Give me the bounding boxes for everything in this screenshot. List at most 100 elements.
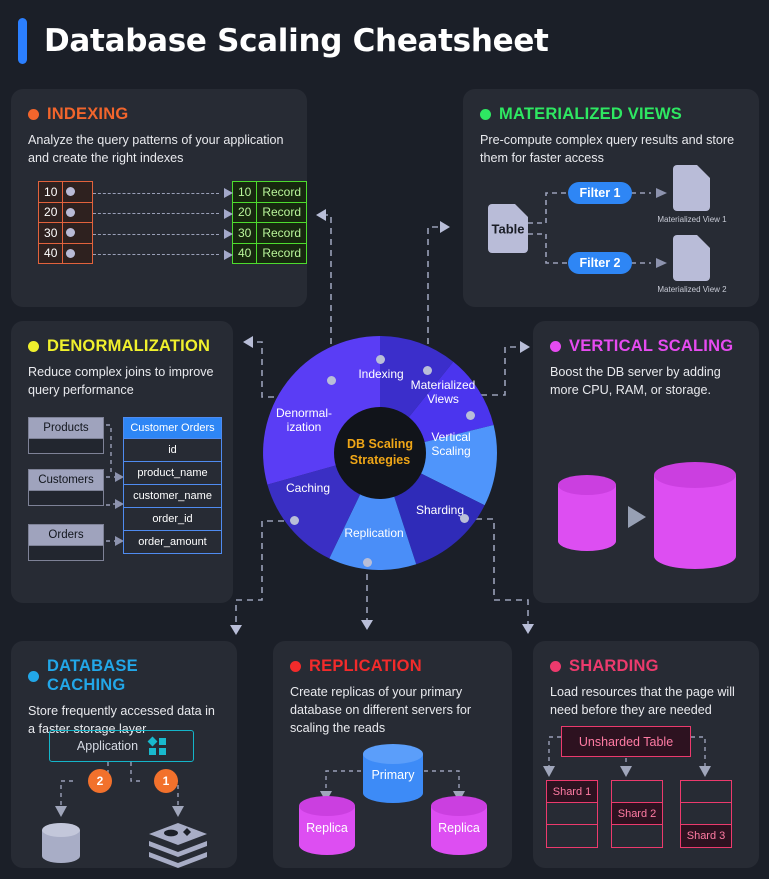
materialized-view-1-doc-icon xyxy=(673,165,710,211)
step-badge-2: 2 xyxy=(88,769,112,793)
source-table-body xyxy=(28,491,104,506)
denormalized-table: Customer Orders id product_name customer… xyxy=(123,417,222,554)
materialized-view-2-doc-icon xyxy=(673,235,710,281)
arrow-right-icon xyxy=(224,208,233,219)
index-pointer-icon xyxy=(62,242,93,264)
table-row: id xyxy=(124,438,221,461)
index-pointer-icon xyxy=(62,181,93,203)
filter-2-pill[interactable]: Filter 2 xyxy=(568,252,632,274)
wheel-label-vertical-scaling: Vertical Scaling xyxy=(431,430,471,459)
card-indexing: INDEXING Analyze the query patterns of y… xyxy=(11,89,307,307)
index-table: 10 20 30 40 xyxy=(37,181,93,264)
record-value: Record xyxy=(256,242,307,264)
table-row: order_id xyxy=(124,507,221,530)
card-vertical-scaling-header: VERTICAL SCALING xyxy=(550,337,742,356)
arrow-right-icon xyxy=(224,249,233,260)
index-pointer-icon xyxy=(62,201,93,223)
table-row: 40 xyxy=(37,242,93,264)
cache-connectors xyxy=(42,762,207,868)
source-table-label: Table xyxy=(491,221,525,236)
index-key: 10 xyxy=(37,181,64,203)
table-row: 10 Record xyxy=(231,181,307,203)
unsharded-table-label: Unsharded Table xyxy=(578,734,674,749)
wheel-node-replication xyxy=(363,558,372,567)
shard-label: Shard 1 xyxy=(547,781,597,803)
wheel-label-replication: Replication xyxy=(344,526,404,540)
source-table-label: Orders xyxy=(28,524,104,546)
status-dot-icon xyxy=(550,341,561,352)
card-indexing-title: INDEXING xyxy=(47,105,129,123)
source-table-label: Products xyxy=(28,417,104,439)
card-database-caching: DATABASE CACHING Store frequently access… xyxy=(11,641,237,868)
table-row: 30 xyxy=(37,222,93,244)
index-key: 20 xyxy=(37,201,64,223)
shard-3-table: Shard 3 xyxy=(680,780,732,848)
cache-stack-icon xyxy=(149,823,207,868)
database-cylinder-icon xyxy=(42,823,80,863)
source-table-orders: Orders xyxy=(28,524,104,561)
card-vertical-scaling-title: VERTICAL SCALING xyxy=(569,337,734,355)
index-key: 40 xyxy=(37,242,64,264)
table-row: 10 xyxy=(37,181,93,203)
index-pointer-icon xyxy=(62,222,93,244)
small-database-cylinder-icon xyxy=(558,475,616,551)
shard-label: Shard 2 xyxy=(612,803,662,825)
source-table-products: Products xyxy=(28,417,104,454)
wheel-node-denormalization xyxy=(327,376,336,385)
card-indexing-header: INDEXING xyxy=(28,105,290,124)
wheel-label-materialized-views: Materialized Views xyxy=(410,378,476,407)
source-table-doc-icon: Table xyxy=(488,204,528,253)
scaling-cylinders xyxy=(558,462,736,569)
arrow-right-icon xyxy=(224,188,233,198)
wheel-node-caching xyxy=(290,516,299,525)
card-indexing-desc: Analyze the query patterns of your appli… xyxy=(28,133,284,165)
source-table-body xyxy=(28,439,104,454)
denormalized-table-title: Customer Orders xyxy=(124,418,221,438)
wheel-node-indexing xyxy=(376,355,385,364)
filter-1-pill[interactable]: Filter 1 xyxy=(568,182,632,204)
wheel-node-materialized-views xyxy=(423,366,432,375)
wheel-node-vertical-scaling xyxy=(466,411,475,420)
infographic-page: Database Scaling Cheatsheet DB Scaling S… xyxy=(0,0,769,879)
table-row: 20 xyxy=(37,201,93,223)
hub-line-1: DB Scaling xyxy=(347,437,413,452)
record-key: 40 xyxy=(231,242,258,264)
wheel-label-caching: Caching xyxy=(285,481,331,495)
unsharded-table-box: Unsharded Table xyxy=(561,726,691,757)
shard-2-table: Shard 2 xyxy=(611,780,663,848)
record-value: Record xyxy=(256,222,307,244)
card-vertical-scaling: VERTICAL SCALING Boost the DB server by … xyxy=(533,321,759,603)
table-row: 20 Record xyxy=(231,201,307,223)
table-row xyxy=(681,803,731,825)
table-row: product_name xyxy=(124,461,221,484)
index-key: 30 xyxy=(37,222,64,244)
page-title: Database Scaling Cheatsheet xyxy=(44,23,549,59)
index-arrows xyxy=(93,183,233,265)
table-row xyxy=(681,781,731,803)
table-row xyxy=(547,803,597,825)
table-row xyxy=(612,825,662,847)
source-table-customers: Customers xyxy=(28,469,104,506)
wheel-hub: DB Scaling Strategies xyxy=(334,407,426,499)
table-row xyxy=(547,825,597,847)
primary-label: Primary xyxy=(371,768,415,782)
table-row: 30 Record xyxy=(231,222,307,244)
card-denormalization: DENORMALIZATION Reduce complex joins to … xyxy=(11,321,233,603)
record-key: 10 xyxy=(231,181,258,203)
replica-left-label: Replica xyxy=(306,821,348,835)
card-sharding: SHARDING Load resources that the page wi… xyxy=(533,641,759,868)
replica-right-label: Replica xyxy=(438,821,480,835)
card-materialized-views: MATERIALIZED VIEWS Pre-compute complex q… xyxy=(463,89,759,307)
record-value: Record xyxy=(256,201,307,223)
index-arrow xyxy=(93,245,233,266)
materialized-view-1-caption: Materialized View 1 xyxy=(657,215,727,224)
table-row: customer_name xyxy=(124,484,221,507)
table-row: order_amount xyxy=(124,530,221,553)
source-table-label: Customers xyxy=(28,469,104,491)
arrow-right-icon xyxy=(224,229,233,239)
page-header: Database Scaling Cheatsheet xyxy=(18,18,549,64)
record-value: Record xyxy=(256,181,307,203)
record-key: 20 xyxy=(231,201,258,223)
table-row xyxy=(612,781,662,803)
title-accent-bar xyxy=(18,18,27,64)
